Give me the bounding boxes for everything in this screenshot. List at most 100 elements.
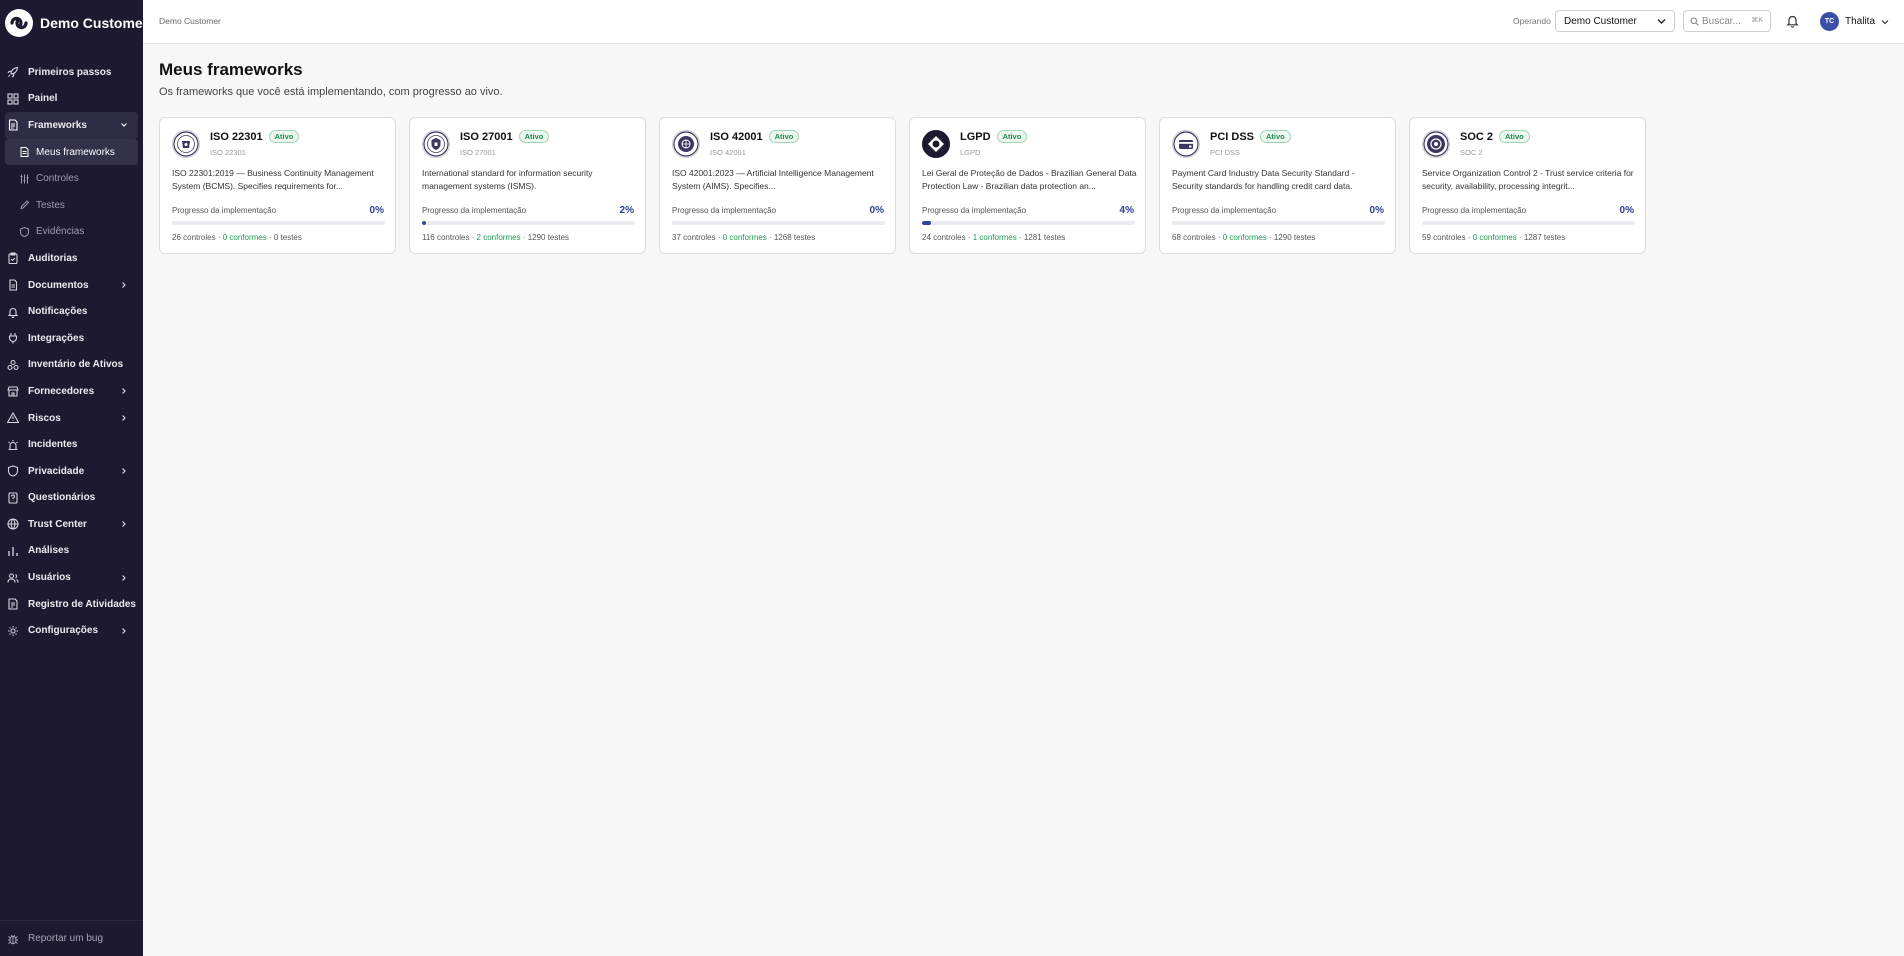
sidebar-item-label: Painel — [28, 93, 58, 105]
search-input[interactable]: Buscar... ⌘K — [1683, 10, 1771, 32]
framework-description: Service Organization Control 2 - Trust s… — [1422, 168, 1634, 191]
activity-log-icon — [7, 598, 19, 610]
conformes-count: 0 conformes — [722, 233, 767, 242]
chevron-right-icon — [122, 521, 126, 528]
credit-card-seal-icon — [1172, 130, 1200, 158]
chevron-right-icon — [122, 388, 126, 395]
sidebar-item-label: Riscos — [28, 412, 61, 424]
sidebar-item-documentos[interactable]: Documentos — [0, 272, 143, 299]
search-icon — [1690, 17, 1699, 26]
app-logo[interactable]: Demo Customer — [4, 8, 148, 38]
framework-card[interactable]: ISO 22301 Ativo ISO 22301 ISO 22301:2019… — [159, 117, 396, 254]
progress-percent: 0% — [1619, 205, 1634, 216]
framework-name: LGPD — [960, 130, 991, 143]
framework-stats: 24 controles · 1 conformes · 1281 testes — [922, 233, 1066, 242]
sidebar-item-label: Usuários — [28, 572, 71, 584]
user-menu[interactable]: TC Thalita — [1820, 12, 1889, 31]
clipboard-check-icon — [7, 252, 19, 265]
sidebar-item-label: Integrações — [28, 332, 85, 344]
sidebar-item-usuarios[interactable]: Usuários — [0, 564, 143, 591]
progress-bar — [422, 221, 635, 225]
framework-code: ISO 42001 — [710, 148, 746, 157]
soc-seal-icon — [1422, 130, 1450, 158]
framework-description: International standard for information s… — [422, 168, 593, 191]
framework-card[interactable]: ISO 27001 Ativo ISO 27001 International … — [409, 117, 646, 254]
controls-count: 59 controles — [1422, 233, 1466, 242]
chevron-right-icon — [122, 574, 126, 581]
sidebar-item-questionarios[interactable]: Questionários — [0, 485, 143, 512]
progress-label: Progresso da implementação — [1422, 206, 1527, 215]
sidebar-item-incidentes[interactable]: Incidentes — [0, 431, 143, 458]
sidebar-item-configuracoes[interactable]: Configurações — [0, 617, 143, 644]
chevron-right-icon — [122, 415, 126, 421]
sidebar-item-label: Frameworks — [28, 119, 87, 131]
sidebar-item-label: Auditorias — [28, 252, 78, 264]
sidebar-item-registro-de-atividades[interactable]: Registro de Atividades — [0, 591, 143, 618]
user-name: Thalita — [1845, 16, 1876, 27]
sidebar-subitem-evidencias[interactable]: Evidências — [0, 219, 143, 246]
sidebar-item-primeiros-passos[interactable]: Primeiros passos — [0, 59, 143, 86]
logo-icon — [5, 9, 33, 37]
organization-select[interactable]: Demo Customer — [1555, 10, 1675, 32]
framework-code: ISO 27001 — [460, 148, 496, 157]
sidebar-item-notificacoes[interactable]: Notificações — [0, 298, 143, 325]
progress-bar — [672, 221, 885, 225]
shield-icon — [19, 226, 30, 237]
sidebar-subitem-controles[interactable]: Controles — [0, 165, 143, 192]
sidebar-item-trust-center[interactable]: Trust Center — [0, 511, 143, 538]
framework-description: Payment Card Industry Data Security Stan… — [1172, 168, 1355, 191]
framework-cards: ISO 22301 Ativo ISO 22301 ISO 22301:2019… — [159, 117, 1646, 254]
framework-stats: 116 controles · 2 conformes · 1290 teste… — [422, 233, 570, 242]
conformes-count: 1 conformes — [972, 233, 1017, 242]
sidebar-item-label: Inventário de Ativos — [28, 359, 124, 371]
organization-select-value: Demo Customer — [1564, 15, 1637, 27]
framework-name: ISO 27001 — [460, 130, 513, 143]
sidebar-item-painel[interactable]: Painel — [0, 86, 143, 113]
framework-card[interactable]: ISO 42001 Ativo ISO 42001 ISO 42001:2023… — [659, 117, 896, 254]
sidebar-item-riscos[interactable]: Riscos — [0, 405, 143, 432]
topbar: Demo Customer Operando Demo Customer Bus… — [143, 0, 1904, 44]
progress-label: Progresso da implementação — [922, 206, 1027, 215]
sidebar-subitem-meus-frameworks[interactable]: Meus frameworks — [5, 138, 138, 166]
framework-description: ISO 42001:2023 — Artificial Intelligence… — [672, 168, 874, 191]
sidebar-item-analises[interactable]: Análises — [0, 538, 143, 565]
sidebar-item-label: Evidências — [36, 226, 85, 238]
bar-chart-icon — [7, 545, 19, 557]
controls-count: 26 controles — [172, 233, 216, 242]
page-subtitle: Os frameworks que você está implementand… — [159, 86, 503, 98]
tests-count: 1287 testes — [1523, 233, 1566, 242]
conformes-count: 0 conformes — [1472, 233, 1517, 242]
conformes-count: 2 conformes — [476, 233, 521, 242]
sidebar-item-auditorias[interactable]: Auditorias — [0, 245, 143, 272]
sidebar-item-frameworks[interactable]: Frameworks — [5, 112, 138, 139]
warning-icon — [7, 412, 19, 424]
sidebar-item-integracoes[interactable]: Integrações — [0, 325, 143, 352]
sidebar-item-privacidade[interactable]: Privacidade — [0, 458, 143, 485]
framework-card[interactable]: SOC 2 Ativo SOC 2 Service Organization C… — [1409, 117, 1646, 254]
siren-icon — [7, 439, 19, 451]
breadcrumb[interactable]: Demo Customer — [159, 16, 221, 26]
framework-name-row: LGPD Ativo — [960, 130, 1028, 143]
progress-bar — [922, 221, 1135, 225]
page-title: Meus frameworks — [159, 60, 303, 79]
framework-card[interactable]: PCI DSS Ativo PCI DSS Payment Card Indus… — [1159, 117, 1396, 254]
documents-icon — [7, 279, 19, 291]
sidebar-subitem-testes[interactable]: Testes — [0, 192, 143, 219]
sidebar-item-inventario-de-ativos[interactable]: Inventário de Ativos — [0, 352, 143, 379]
framework-name-row: ISO 42001 Ativo — [710, 130, 800, 143]
status-badge: Ativo — [1499, 130, 1530, 143]
sidebar-item-label: Questionários — [28, 492, 96, 504]
status-badge: Ativo — [996, 130, 1028, 143]
chevron-down-icon — [1881, 19, 1889, 24]
framework-card[interactable]: LGPD Ativo LGPD Lei Geral de Proteção de… — [909, 117, 1146, 254]
framework-stats: 59 controles · 0 conformes · 1287 testes — [1422, 233, 1566, 242]
framework-name: PCI DSS — [1210, 130, 1255, 143]
report-bug-button[interactable]: Reportar um bug — [0, 920, 143, 956]
sidebar-item-label: Privacidade — [28, 465, 85, 477]
tests-count: 1290 testes — [1273, 233, 1316, 242]
tests-count: 1268 testes — [773, 233, 816, 242]
tests-count: 1281 testes — [1023, 233, 1066, 242]
notifications-bell-icon[interactable] — [1786, 14, 1799, 28]
sidebar-item-label: Fornecedores — [28, 385, 95, 397]
sidebar-item-fornecedores[interactable]: Fornecedores — [0, 378, 143, 405]
